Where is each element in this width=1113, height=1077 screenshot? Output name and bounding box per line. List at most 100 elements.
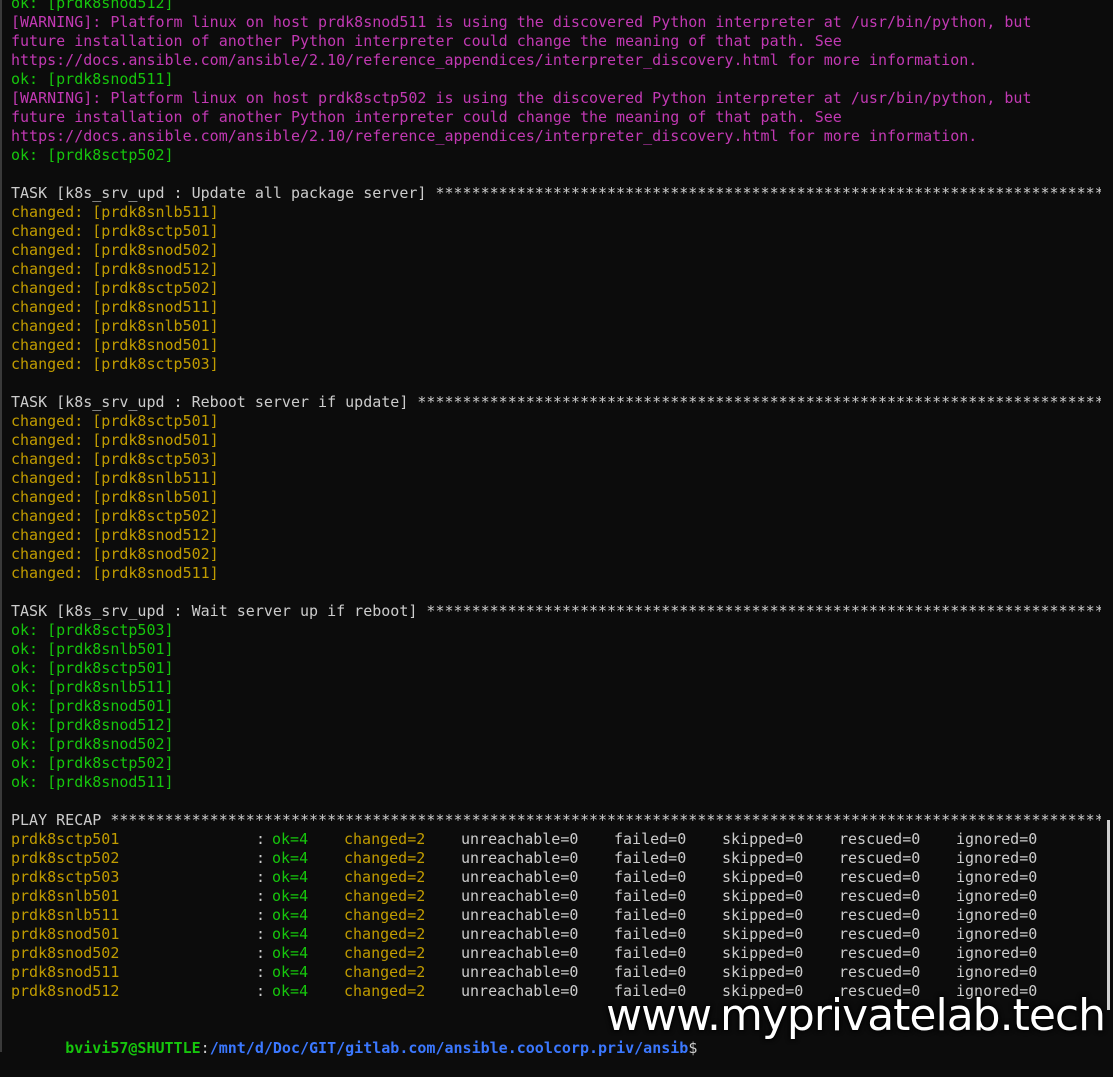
recap-host: prdk8sctp501 [11,830,120,848]
ok-result-line: ok: [prdk8sctp502] [11,754,174,772]
changed-result-line: changed: [prdk8snod511] [11,564,219,582]
changed-result-line: changed: [prdk8snod501] [11,431,219,449]
changed-result-line: changed: [prdk8sctp503] [11,355,219,373]
task-header: TASK [k8s_srv_upd : Wait server up if re… [11,602,1101,620]
recap-ignored: ignored=0 [956,906,1038,924]
recap-row: prdk8sctp503: ok=4 changed=2 unreachable=0 f… [11,868,1101,887]
recap-changed: changed=2 [344,887,426,905]
recap-skipped: skipped=0 [722,849,804,867]
recap-colon: : [256,925,266,943]
recap-failed: failed=0 [614,925,687,943]
recap-colon: : [256,849,266,867]
recap-row: prdk8snlb501: ok=4 changed=2 unreachable=0 f… [11,887,1101,906]
recap-skipped: skipped=0 [722,887,804,905]
ok-result-line: ok: [prdk8snod511] [11,773,174,791]
ok-result-line: ok: [prdk8snlb511] [11,678,174,696]
recap-ok: ok=4 [272,830,309,848]
recap-skipped: skipped=0 [722,906,804,924]
recap-row: prdk8snod501: ok=4 changed=2 unreachable=0 f… [11,925,1101,944]
recap-row: prdk8snod511: ok=4 changed=2 unreachable=0 f… [11,963,1101,982]
recap-colon: : [256,944,266,962]
recap-host: prdk8snod502 [11,944,120,962]
recap-colon: : [256,906,266,924]
recap-table: prdk8sctp501: ok=4 changed=2 unreachable=0 f… [11,830,1101,1001]
window-border [0,0,2,1052]
ok-result-line: ok: [prdk8snod502] [11,735,174,753]
recap-colon: : [256,963,266,981]
terminal-window[interactable]: ok: [prdk8snod512] [WARNING]: Platform li… [0,0,1113,1057]
recap-row: prdk8snod502: ok=4 changed=2 unreachable=0 f… [11,944,1101,963]
recap-ignored: ignored=0 [956,925,1038,943]
recap-unreachable: unreachable=0 [461,849,579,867]
warning-line: [WARNING]: Platform linux on host prdk8s… [11,89,1032,107]
recap-changed: changed=2 [344,982,426,1000]
recap-ignored: ignored=0 [956,830,1038,848]
changed-result-line: changed: [prdk8sctp503] [11,450,219,468]
watermark: www.myprivatelab.tech [606,990,1106,1041]
warning-line: future installation of another Python in… [11,108,842,126]
recap-host: prdk8snod501 [11,925,120,943]
changed-result-line: changed: [prdk8sctp502] [11,507,219,525]
recap-ok: ok=4 [272,887,309,905]
prompt-separator: : [200,1039,210,1057]
recap-skipped: skipped=0 [722,944,804,962]
terminal-output: ok: [prdk8snod512] [WARNING]: Platform li… [11,0,1101,1057]
recap-ok: ok=4 [272,868,309,886]
recap-changed: changed=2 [344,830,426,848]
recap-row: prdk8snlb511: ok=4 changed=2 unreachable=0 f… [11,906,1101,925]
recap-rescued: rescued=0 [839,849,921,867]
task-header: TASK [k8s_srv_upd : Reboot server if upd… [11,393,1101,411]
changed-result-line: changed: [prdk8snlb511] [11,469,219,487]
recap-changed: changed=2 [344,849,426,867]
changed-result-line: changed: [prdk8snlb501] [11,488,219,506]
recap-unreachable: unreachable=0 [461,982,579,1000]
recap-host: prdk8snlb511 [11,906,120,924]
changed-result-line: changed: [prdk8sctp501] [11,222,219,240]
warning-line: future installation of another Python in… [11,32,842,50]
recap-changed: changed=2 [344,906,426,924]
recap-ignored: ignored=0 [956,849,1038,867]
recap-rescued: rescued=0 [839,963,921,981]
ok-result-line: ok: [prdk8sctp501] [11,659,174,677]
recap-rescued: rescued=0 [839,925,921,943]
recap-rescued: rescued=0 [839,830,921,848]
recap-host: prdk8sctp502 [11,849,120,867]
recap-skipped: skipped=0 [722,830,804,848]
ok-result-line: ok: [prdk8sctp503] [11,621,174,639]
recap-unreachable: unreachable=0 [461,887,579,905]
pre-lines: ok: [prdk8snod512] [WARNING]: Platform li… [11,0,1101,165]
ok-result-line: ok: [prdk8snlb501] [11,640,174,658]
changed-result-line: changed: [prdk8snod512] [11,526,219,544]
warning-line: https://docs.ansible.com/ansible/2.10/re… [11,51,978,69]
recap-failed: failed=0 [614,944,687,962]
recap-row: prdk8sctp501: ok=4 changed=2 unreachable=0 f… [11,830,1101,849]
recap-ok: ok=4 [272,963,309,981]
changed-result-line: changed: [prdk8snod502] [11,545,219,563]
recap-changed: changed=2 [344,944,426,962]
recap-colon: : [256,830,266,848]
scrollbar-thumb[interactable] [1107,820,1110,1010]
changed-result-line: changed: [prdk8sctp502] [11,279,219,297]
changed-result-line: changed: [prdk8snod512] [11,260,219,278]
recap-ok: ok=4 [272,906,309,924]
recap-ok: ok=4 [272,925,309,943]
recap-changed: changed=2 [344,868,426,886]
recap-ignored: ignored=0 [956,944,1038,962]
prompt-user-host: bvivi57@SHUTTLE [65,1039,201,1057]
recap-row: prdk8sctp502: ok=4 changed=2 unreachable=0 f… [11,849,1101,868]
recap-failed: failed=0 [614,868,687,886]
recap-host: prdk8sctp503 [11,868,120,886]
recap-unreachable: unreachable=0 [461,830,579,848]
recap-unreachable: unreachable=0 [461,944,579,962]
recap-ok: ok=4 [272,849,309,867]
ok-line: ok: [prdk8snod512] [11,0,174,12]
recap-failed: failed=0 [614,830,687,848]
recap-unreachable: unreachable=0 [461,925,579,943]
prompt-path: /mnt/d/Doc/GIT/gitlab.com/ansible.coolco… [209,1039,689,1057]
recap-unreachable: unreachable=0 [461,906,579,924]
task-list: TASK [k8s_srv_upd : Update all package s… [11,165,1101,792]
